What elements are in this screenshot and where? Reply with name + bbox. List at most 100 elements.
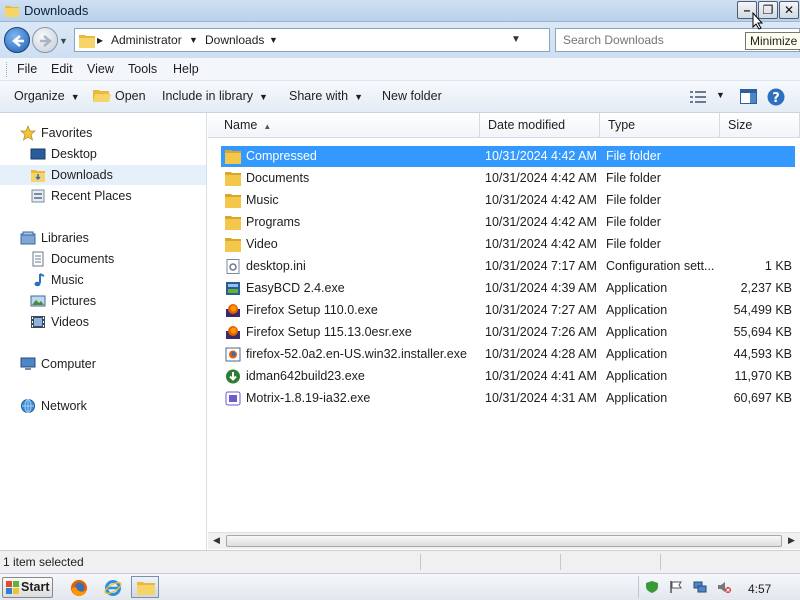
explorer-taskbar-button[interactable] [131,576,159,598]
breadcrumb-separator-icon[interactable]: ▼ [189,35,198,45]
nav-computer[interactable]: Computer [0,354,206,374]
firefox-taskbar-button[interactable] [64,576,92,598]
file-size: 1 KB [764,259,792,273]
address-bar[interactable]: ▸ Administrator ▼ Downloads ▼ ▼ [74,28,623,52]
breadcrumb-downloads[interactable]: Downloads [205,33,264,47]
menu-help[interactable]: Help [173,62,199,76]
nav-music[interactable]: Music [0,270,206,290]
new-folder-button[interactable]: New folder [382,89,442,103]
address-dropdown-icon[interactable]: ▼ [511,34,521,45]
file-name: Firefox Setup 110.0.exe [246,303,378,317]
start-button[interactable]: Start [2,577,53,598]
security-shield-icon[interactable] [645,580,659,594]
libraries-icon [20,231,36,245]
share-with-button[interactable]: Share with ▼ [289,89,363,103]
chevron-down-icon: ▼ [259,92,268,102]
open-button[interactable]: Open [115,89,146,103]
organize-label: Organize [14,89,65,103]
file-row[interactable]: Video 10/31/2024 4:42 AM File folder [221,234,795,255]
file-row[interactable]: Firefox Setup 110.0.exe 10/31/2024 7:27 A… [221,300,795,321]
file-row[interactable]: idman642build23.exe 10/31/2024 4:41 AM App… [221,366,795,387]
preview-pane-icon[interactable] [740,89,757,104]
close-button[interactable]: ✕ [779,1,799,19]
network-icon [21,399,35,413]
file-type: File folder [606,237,661,251]
internet-explorer-taskbar-button[interactable] [98,576,126,598]
file-size: 44,593 KB [733,347,792,361]
file-row[interactable]: Firefox Setup 115.13.0esr.exe 10/31/2024 … [221,322,795,343]
scroll-right-icon[interactable]: ▶ [788,535,795,546]
breadcrumb-separator-icon[interactable]: ▼ [269,35,278,45]
file-row[interactable]: EasyBCD 2.4.exe 10/31/2024 4:39 AM Applica… [221,278,795,299]
file-name: idman642build23.exe [246,369,365,383]
view-options-icon[interactable] [690,90,706,104]
share-with-label: Share with [289,89,349,103]
nav-network[interactable]: Network [0,396,206,416]
include-in-library-button[interactable]: Include in library ▼ [162,89,268,103]
nav-videos-label: Videos [51,315,89,329]
taskbar: Start 4:57 [0,573,800,600]
file-row[interactable]: firefox-52.0a2.en-US.win32.installer.exe… [221,344,795,365]
file-row[interactable]: Programs 10/31/2024 4:42 AM File folder [221,212,795,233]
star-icon [20,125,36,141]
nav-pictures[interactable]: Pictures [0,291,206,311]
file-row[interactable]: desktop.ini 10/31/2024 7:17 AM Configurati… [221,256,795,277]
title-bar[interactable]: Downloads – ❐ ✕ [0,0,800,22]
view-dropdown-icon[interactable]: ▼ [716,90,725,100]
file-row[interactable]: Motrix-1.8.19-ia32.exe 10/31/2024 4:31 AM… [221,388,795,409]
nav-videos[interactable]: Videos [0,312,206,332]
menu-tools[interactable]: Tools [128,62,157,76]
horizontal-scrollbar[interactable]: ◀ ▶ [208,532,800,549]
file-type: File folder [606,171,661,185]
nav-favorites[interactable]: Favorites [0,123,206,143]
action-center-flag-icon[interactable] [669,580,683,594]
nav-desktop-label: Desktop [51,147,97,161]
internet-explorer-icon [104,580,122,596]
file-date-modified: 10/31/2024 4:42 AM [485,215,597,229]
include-in-library-label: Include in library [162,89,254,103]
folder-icon [225,215,241,230]
menu-file[interactable]: File [17,62,37,76]
desktop-icon [30,148,46,160]
help-icon[interactable]: ? [767,88,785,106]
nav-music-label: Music [51,273,84,287]
address-row: ▼ ▸ Administrator ▼ Downloads ▼ ▼ [0,22,800,58]
nav-documents-label: Documents [51,252,115,266]
column-header-size[interactable]: Size [720,113,800,138]
system-tray: 4:57 [638,576,798,598]
column-header-date[interactable]: Date modified [480,113,600,138]
nav-desktop[interactable]: Desktop [0,144,206,164]
file-row[interactable]: Music 10/31/2024 4:42 AM File folder [221,190,795,211]
menu-view[interactable]: View [87,62,114,76]
column-header-type[interactable]: Type [600,113,720,138]
back-button[interactable] [4,27,30,53]
recent-places-icon [31,189,45,203]
breadcrumb-administrator[interactable]: Administrator [111,33,182,47]
scrollbar-thumb[interactable] [226,535,782,547]
network-status-icon[interactable] [693,580,707,594]
nav-recent-places[interactable]: Recent Places [0,186,206,206]
menu-edit[interactable]: Edit [51,62,73,76]
nav-recent-places-label: Recent Places [51,189,132,203]
file-size: 55,694 KB [733,325,792,339]
scroll-left-icon[interactable]: ◀ [213,535,220,546]
chevron-down-icon: ▼ [354,92,363,102]
column-header-name[interactable]: Name ▲ [216,113,480,138]
volume-muted-icon[interactable] [717,580,731,594]
breadcrumb-separator-icon[interactable]: ▸ [97,33,103,47]
file-date-modified: 10/31/2024 4:41 AM [485,369,597,383]
nav-documents[interactable]: Documents [0,249,206,269]
nav-libraries[interactable]: Libraries [0,228,206,248]
easybcd-icon [225,281,241,296]
file-name: firefox-52.0a2.en-US.win32.installer.exe [246,347,467,361]
file-row[interactable]: Compressed 10/31/2024 4:42 AM File folder [221,146,795,167]
nav-libraries-label: Libraries [41,231,89,245]
file-row[interactable]: Documents 10/31/2024 4:42 AM File folder [221,168,795,189]
recent-pages-dropdown-icon[interactable]: ▼ [59,36,68,46]
forward-button[interactable] [32,27,58,53]
organize-button[interactable]: Organize ▼ [14,89,80,103]
taskbar-clock[interactable]: 4:57 [748,582,771,596]
nav-downloads[interactable]: Downloads [0,165,206,185]
file-date-modified: 10/31/2024 4:42 AM [485,149,597,163]
file-type: Application [606,369,668,383]
